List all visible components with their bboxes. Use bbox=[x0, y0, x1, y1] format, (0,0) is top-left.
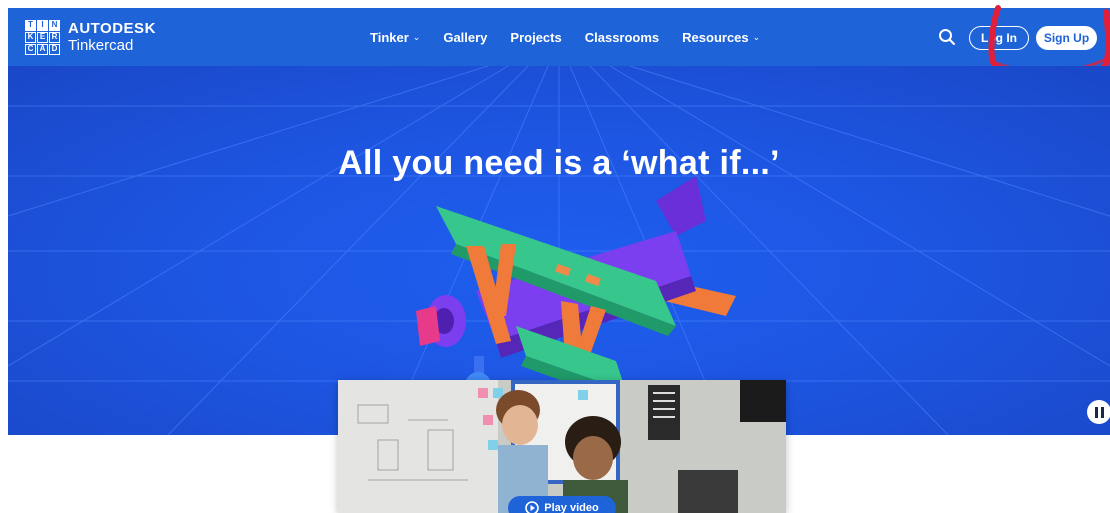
nav-item-label: Projects bbox=[510, 29, 562, 45]
video-thumbnail[interactable]: Play video bbox=[338, 380, 786, 513]
logo-letter: K bbox=[25, 31, 36, 43]
nav-item-tinker[interactable]: Tinker ⌄ bbox=[370, 30, 420, 45]
search-icon[interactable] bbox=[938, 28, 956, 46]
brand-product-name: Tinkercad bbox=[68, 37, 134, 54]
main-nav: Tinker ⌄ Gallery Projects Classrooms Res… bbox=[370, 8, 783, 66]
play-circle-icon bbox=[525, 501, 540, 513]
play-video-button[interactable]: Play video bbox=[508, 496, 616, 513]
brand-text: AUTODESK Tinkercad bbox=[68, 21, 156, 53]
nav-item-gallery[interactable]: Gallery bbox=[443, 30, 487, 45]
nav-item-projects[interactable]: Projects bbox=[510, 30, 561, 45]
logo-letter: E bbox=[37, 31, 48, 43]
logo-letter: A bbox=[37, 43, 48, 55]
logo-letter: I bbox=[37, 19, 48, 31]
play-video-label: Play video bbox=[544, 502, 599, 513]
nav-item-classrooms[interactable]: Classrooms bbox=[585, 30, 659, 45]
brand-company-name: AUTODESK bbox=[68, 20, 156, 37]
pause-button[interactable] bbox=[1087, 400, 1110, 424]
signup-button[interactable]: Sign Up bbox=[1036, 26, 1097, 50]
logo-letter: N bbox=[49, 19, 60, 31]
hero-headline: All you need is a ‘what if...’ bbox=[338, 144, 780, 182]
login-button[interactable]: Log In bbox=[969, 26, 1029, 50]
nav-item-resources[interactable]: Resources ⌄ bbox=[682, 30, 760, 45]
logo-letter: C bbox=[25, 43, 36, 55]
chevron-down-icon: ⌄ bbox=[752, 31, 761, 42]
logo-letter: R bbox=[49, 31, 60, 43]
pause-icon bbox=[1094, 406, 1098, 418]
classroom-video-scene bbox=[338, 380, 786, 513]
nav-item-label: Gallery bbox=[443, 29, 488, 45]
brand-logo-link[interactable]: T I N K E R C A D AUTODESK Tinkercad bbox=[25, 19, 156, 55]
nav-item-label: Tinker bbox=[370, 29, 409, 45]
logo-letter: T bbox=[25, 19, 36, 31]
logo-letter: D bbox=[49, 43, 60, 55]
tinkercad-logo-icon: T I N K E R C A D bbox=[25, 19, 60, 55]
nav-item-label: Classrooms bbox=[584, 29, 660, 45]
top-navbar: T I N K E R C A D AUTODESK Tinkercad Tin… bbox=[8, 8, 1110, 66]
chevron-down-icon: ⌄ bbox=[412, 31, 421, 42]
pause-icon bbox=[1100, 406, 1104, 418]
nav-item-label: Resources bbox=[682, 29, 749, 45]
